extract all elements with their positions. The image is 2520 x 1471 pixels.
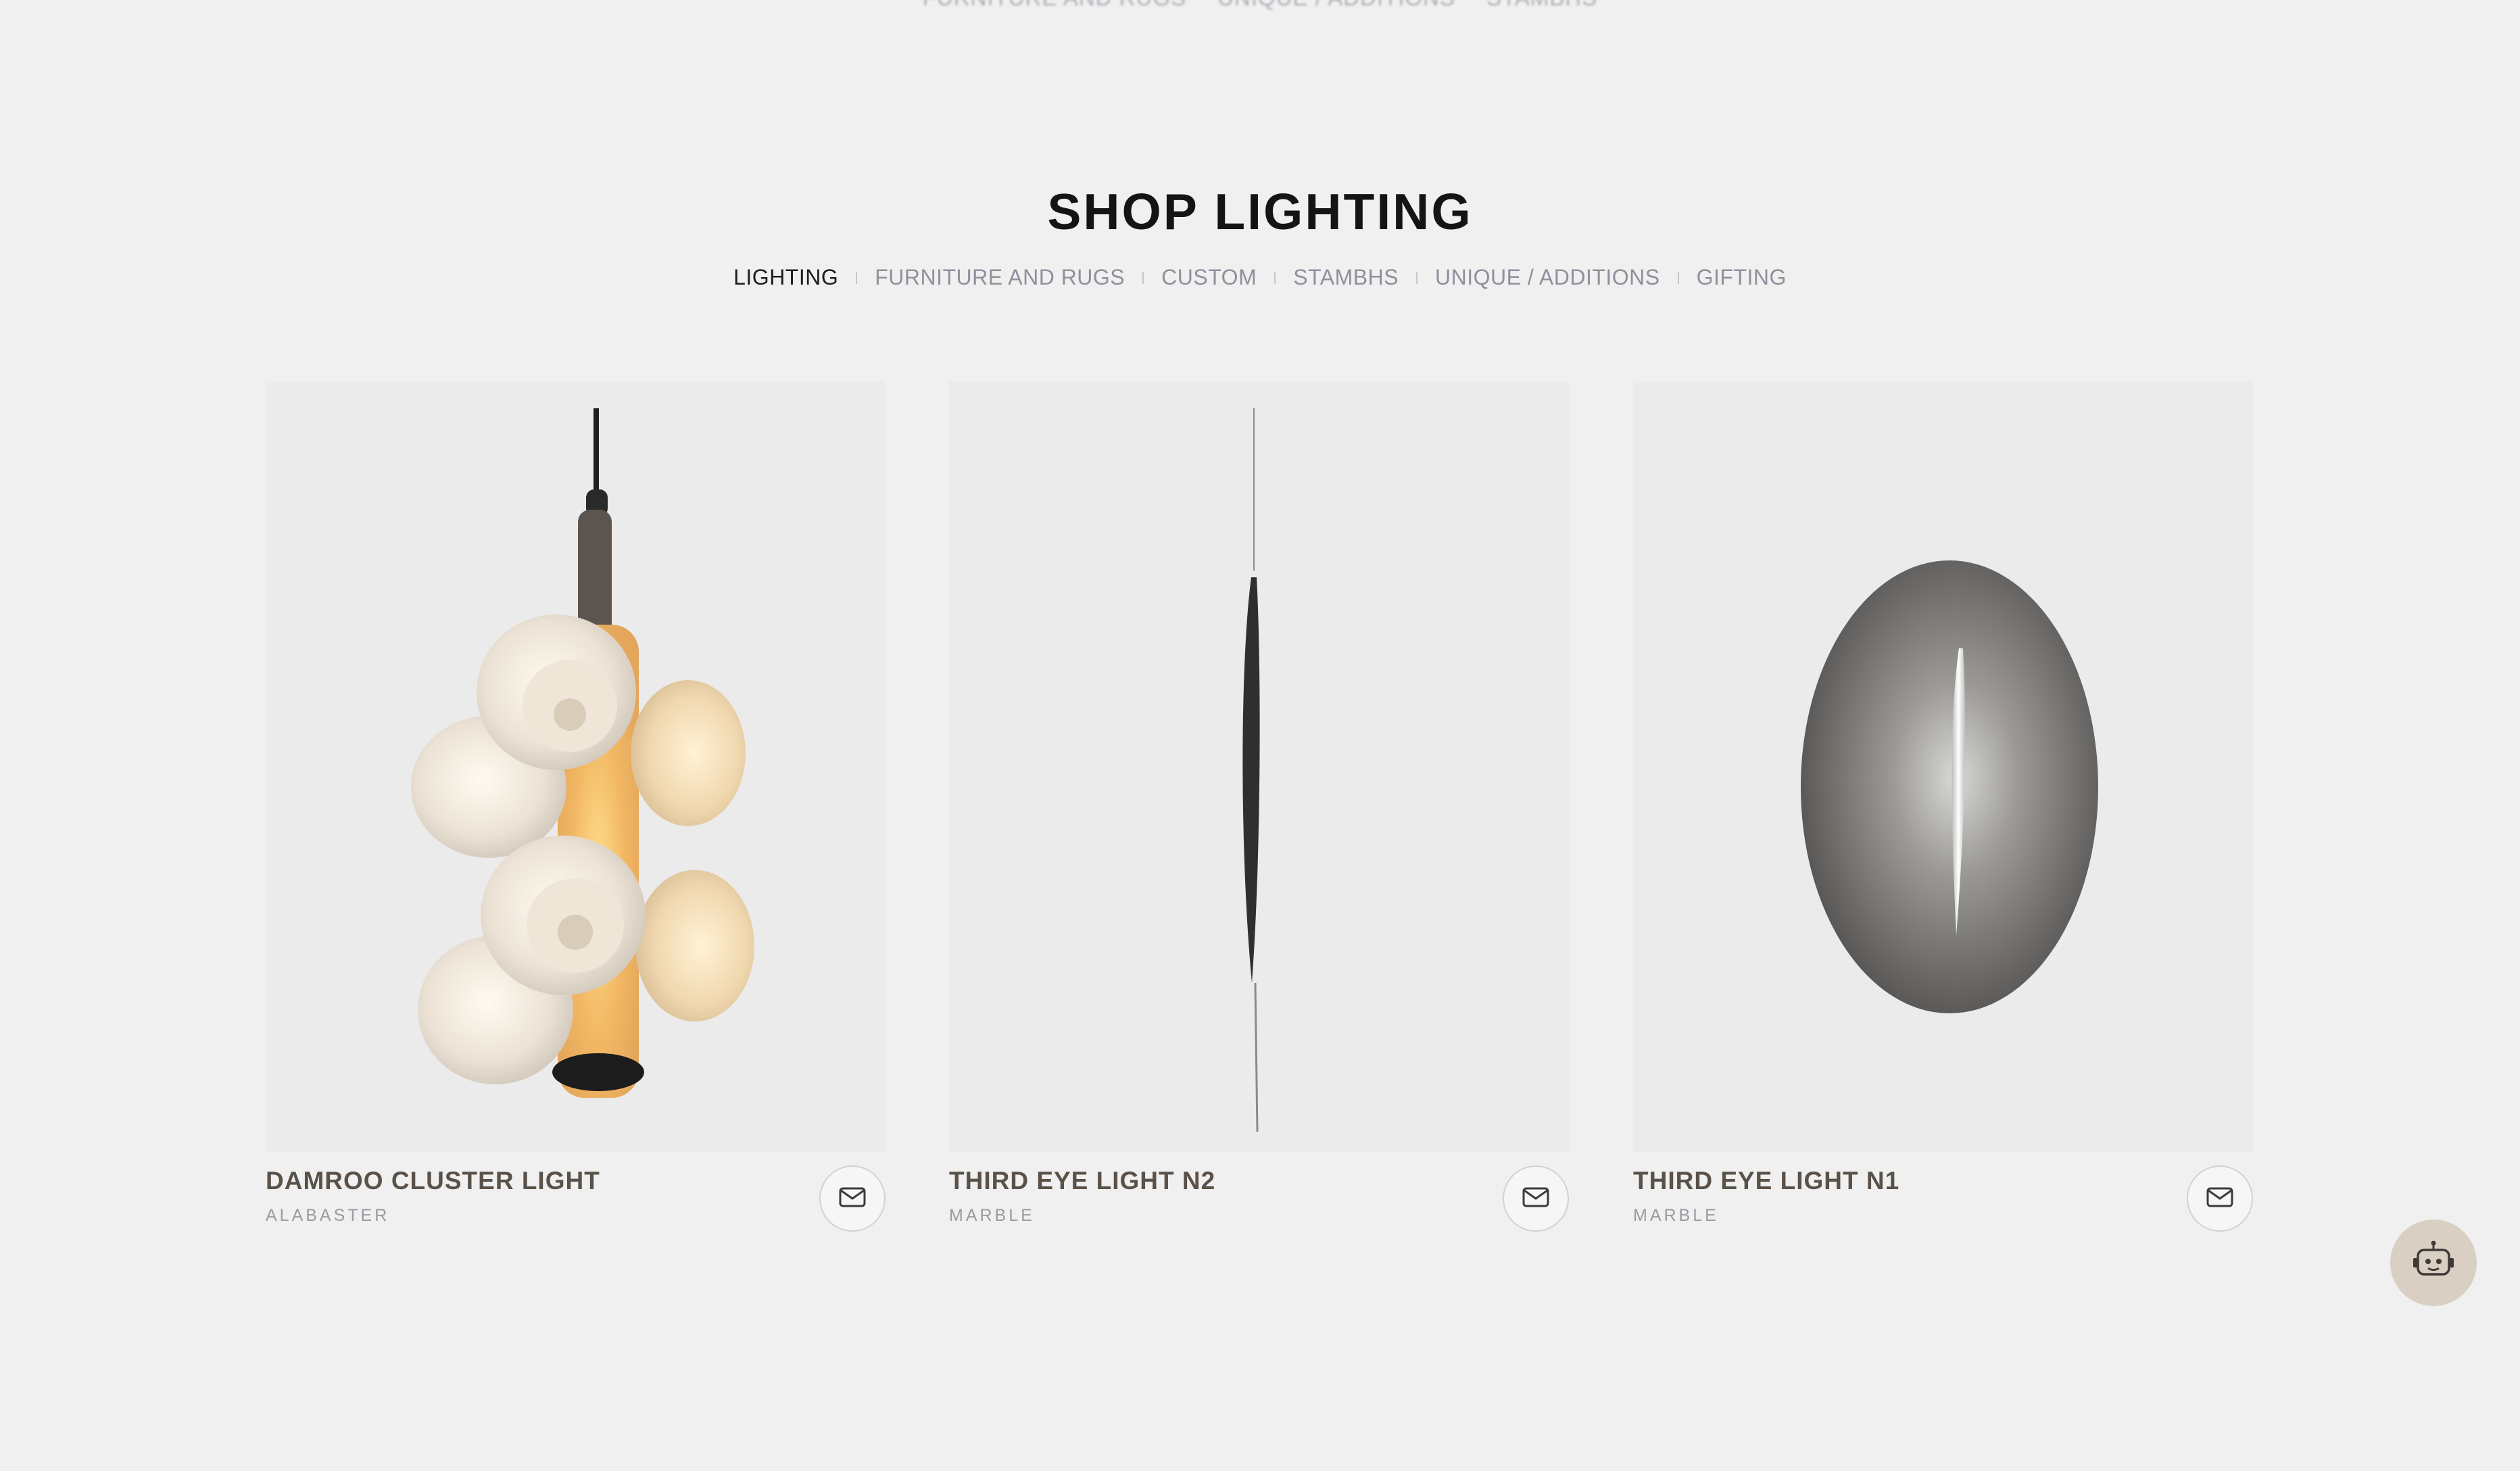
robot-icon <box>2411 1239 2456 1287</box>
product-material: MARBLE <box>1633 1206 1719 1225</box>
tab-custom[interactable]: CUSTOM <box>1161 265 1257 290</box>
product-name[interactable]: DAMROO CLUSTER LIGHT <box>266 1167 600 1195</box>
mail-icon <box>839 1187 866 1211</box>
tab-gifting[interactable]: GIFTING <box>1697 265 1787 290</box>
chat-widget-button[interactable] <box>2390 1220 2477 1306</box>
ghost-nav-item: FURNITURE AND RUGS <box>923 0 1186 10</box>
product-card[interactable]: DAMROO CLUSTER LIGHT ALABASTER <box>266 381 886 1240</box>
enquire-button[interactable] <box>2187 1165 2253 1232</box>
mail-icon <box>1522 1187 1549 1211</box>
ghost-nav-item: STAMBHS <box>1486 0 1597 10</box>
tab-furniture-and-rugs[interactable]: FURNITURE AND RUGS <box>875 265 1125 290</box>
product-image[interactable] <box>266 381 886 1152</box>
enquire-button[interactable] <box>819 1165 886 1232</box>
page-title: SHOP LIGHTING <box>1047 183 1473 240</box>
product-name[interactable]: THIRD EYE LIGHT N1 <box>1633 1167 1899 1195</box>
tab-stambhs[interactable]: STAMBHS <box>1293 265 1399 290</box>
product-name[interactable]: THIRD EYE LIGHT N2 <box>949 1167 1215 1195</box>
nav-divider <box>856 271 858 284</box>
product-meta: THIRD EYE LIGHT N1 MARBLE <box>1633 1152 2253 1240</box>
product-image[interactable] <box>949 381 1569 1152</box>
product-material: MARBLE <box>949 1206 1035 1225</box>
product-material: ALABASTER <box>266 1206 390 1225</box>
product-card[interactable]: THIRD EYE LIGHT N1 MARBLE <box>1633 381 2253 1240</box>
nav-divider <box>1677 271 1679 284</box>
tab-unique-additions[interactable]: UNIQUE / ADDITIONS <box>1435 265 1660 290</box>
mail-icon <box>2206 1187 2233 1211</box>
nav-divider <box>1142 271 1144 284</box>
nav-divider <box>1274 271 1276 284</box>
nav-divider <box>1416 271 1418 284</box>
enquire-button[interactable] <box>1503 1165 1569 1232</box>
product-meta: DAMROO CLUSTER LIGHT ALABASTER <box>266 1152 886 1240</box>
tab-lighting[interactable]: LIGHTING <box>733 265 838 290</box>
product-card[interactable]: THIRD EYE LIGHT N2 MARBLE <box>949 381 1569 1240</box>
ghost-nav-item: UNIQUE / ADDITIONS <box>1217 0 1455 10</box>
product-image[interactable] <box>1633 381 2253 1152</box>
product-meta: THIRD EYE LIGHT N2 MARBLE <box>949 1152 1569 1240</box>
category-nav: LIGHTING FURNITURE AND RUGS CUSTOM STAMB… <box>0 265 2520 290</box>
top-nav-ghost: FURNITURE AND RUGS UNIQUE / ADDITIONS ST… <box>0 0 2520 11</box>
